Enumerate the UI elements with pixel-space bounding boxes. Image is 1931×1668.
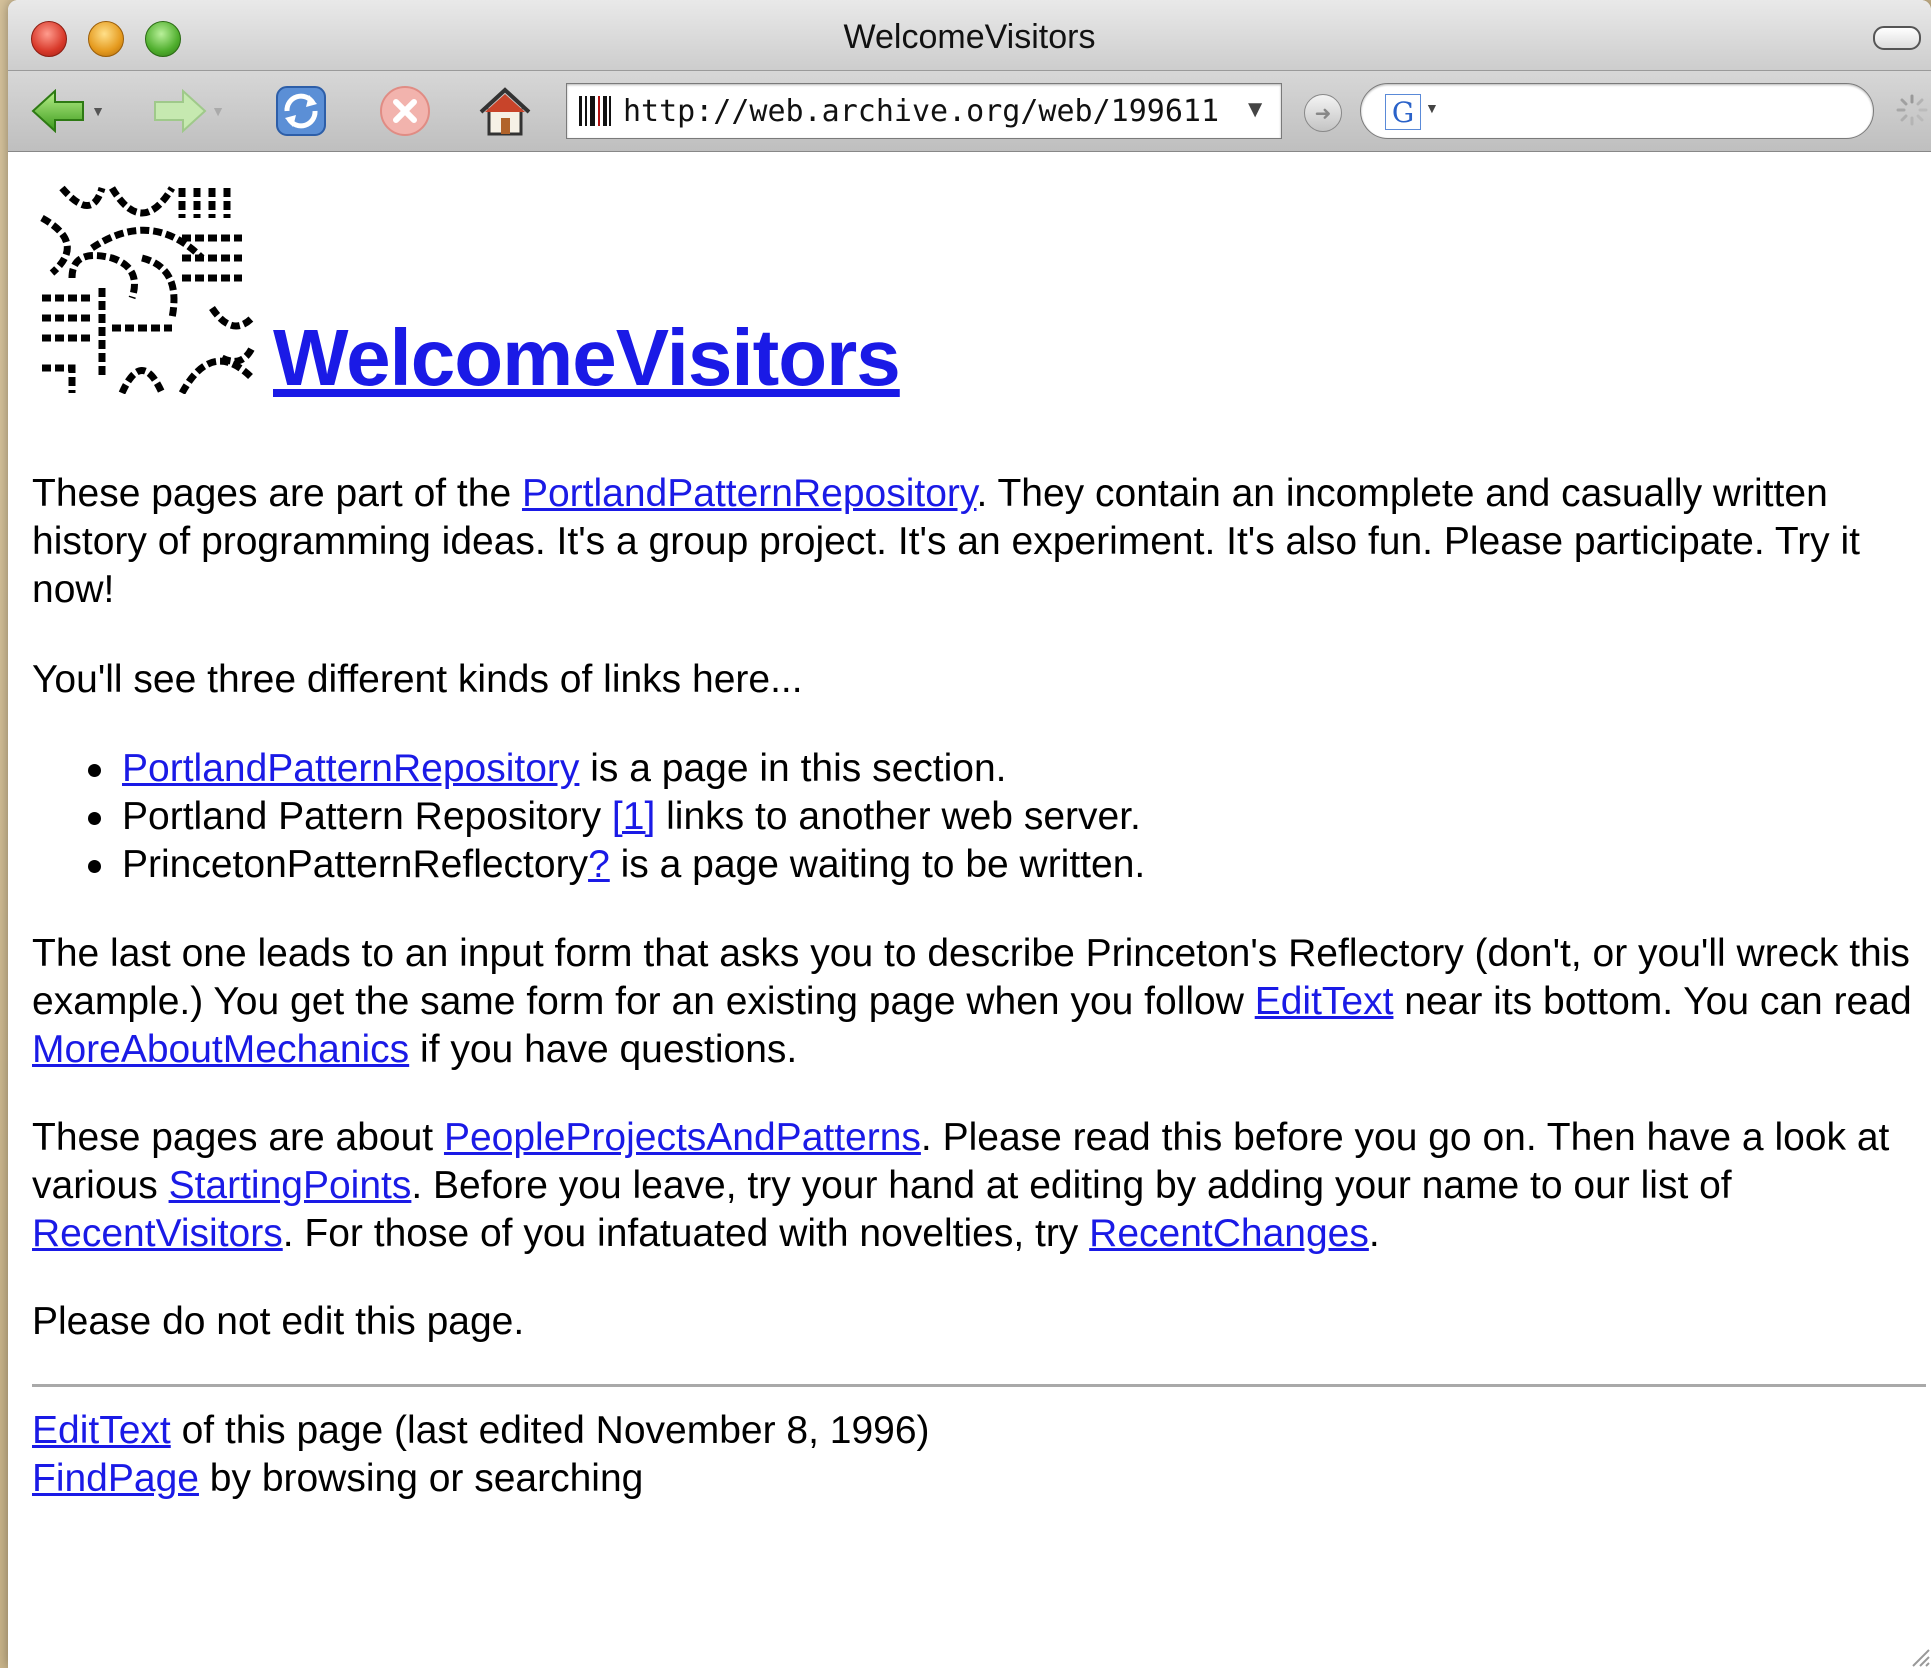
- heading-link[interactable]: WelcomeVisitors: [273, 313, 901, 402]
- footer-find-line: FindPage by browsing or searching: [32, 1455, 930, 1503]
- text: .: [1368, 1212, 1380, 1255]
- spinner-icon: [1896, 94, 1928, 126]
- address-bar[interactable]: http://web.archive.org/web/199611 ▼: [566, 83, 1282, 139]
- text: by browsing or searching: [198, 1457, 644, 1500]
- intro-paragraph: These pages are part of the PortlandPatt…: [32, 470, 1922, 614]
- divider: [32, 1384, 1926, 1387]
- barcode-site-icon: [579, 96, 611, 126]
- text: links to another web server.: [655, 795, 1141, 838]
- link-portland-pattern-repository[interactable]: PortlandPatternRepository: [522, 472, 977, 515]
- no-edit-notice: Please do not edit this page.: [32, 1300, 525, 1343]
- list-item: Portland Pattern Repository [1] links to…: [87, 793, 1145, 841]
- chevron-down-icon[interactable]: ▼: [211, 103, 225, 119]
- toolbar-toggle-button[interactable]: [1873, 26, 1921, 50]
- page-title: WelcomeVisitors: [273, 312, 901, 404]
- list-item: PortlandPatternRepository is a page in t…: [87, 745, 1145, 793]
- text: Portland Pattern Repository: [122, 795, 612, 838]
- forward-arrow-icon: [154, 89, 207, 133]
- text: These pages are about: [32, 1116, 444, 1159]
- go-button[interactable]: ➜: [1304, 94, 1342, 132]
- url-text[interactable]: http://web.archive.org/web/199611: [623, 94, 1233, 129]
- link-kinds-list: PortlandPatternRepository is a page in t…: [87, 745, 1146, 889]
- navigation-toolbar: ▼ ▼ http://web.archive.org/web/199611 ▼ …: [8, 71, 1931, 152]
- text: is a page in this section.: [579, 747, 1007, 790]
- link-portland-pattern-repository[interactable]: PortlandPatternRepository: [122, 747, 579, 790]
- reload-button[interactable]: [268, 83, 334, 139]
- browser-window: WelcomeVisitors ▼ ▼ http://web.archive.o…: [8, 0, 1931, 1668]
- footer-edit-line: EditText of this page (last edited Novem…: [32, 1407, 930, 1455]
- home-icon: [479, 87, 531, 136]
- back-arrow-icon: [31, 89, 85, 133]
- home-button[interactable]: [472, 83, 538, 139]
- text: is a page waiting to be written.: [609, 843, 1146, 886]
- text: PrincetonPatternReflectory: [122, 843, 589, 886]
- about-paragraph: These pages are about PeopleProjectsAndP…: [32, 1114, 1922, 1258]
- go-icon: ➜: [1314, 102, 1332, 125]
- chevron-down-icon[interactable]: ▼: [91, 103, 105, 119]
- link-recent-changes[interactable]: RecentChanges: [1089, 1212, 1369, 1255]
- link-edit-text[interactable]: EditText: [1255, 980, 1394, 1023]
- list-item: PrincetonPatternReflectory? is a page wa…: [87, 841, 1146, 889]
- stop-icon: [380, 86, 430, 136]
- mechanics-paragraph: The last one leads to an input form that…: [32, 930, 1922, 1074]
- window-title: WelcomeVisitors: [843, 18, 1096, 56]
- text: of this page (last edited November 8, 19…: [170, 1409, 930, 1452]
- link-external-1[interactable]: [1]: [612, 795, 655, 838]
- google-icon[interactable]: G: [1385, 94, 1421, 130]
- reload-icon: [276, 86, 326, 136]
- title-bar[interactable]: WelcomeVisitors: [8, 0, 1931, 71]
- forward-button[interactable]: ▼: [148, 83, 228, 139]
- search-box[interactable]: G ▼: [1360, 83, 1874, 139]
- links-intro-paragraph: You'll see three different kinds of link…: [32, 658, 803, 701]
- back-button[interactable]: ▼: [28, 83, 108, 139]
- link-edit-text[interactable]: EditText: [32, 1409, 171, 1452]
- text: . Before you leave, try your hand at edi…: [411, 1164, 1732, 1207]
- resize-grip-icon[interactable]: [1907, 1644, 1931, 1668]
- stop-button[interactable]: [372, 83, 438, 139]
- text: near its bottom. You can read: [1393, 980, 1912, 1023]
- link-starting-points[interactable]: StartingPoints: [169, 1164, 412, 1207]
- link-more-about-mechanics[interactable]: MoreAboutMechanics: [32, 1028, 409, 1071]
- chevron-down-icon[interactable]: ▼: [1425, 100, 1439, 116]
- page-footer: EditText of this page (last edited Novem…: [32, 1407, 930, 1503]
- wiki-logo: [40, 185, 256, 394]
- link-find-page[interactable]: FindPage: [32, 1457, 199, 1500]
- link-recent-visitors[interactable]: RecentVisitors: [32, 1212, 283, 1255]
- text: These pages are part of the: [32, 472, 522, 515]
- link-people-projects-and-patterns[interactable]: PeopleProjectsAndPatterns: [444, 1116, 921, 1159]
- text: if you have questions.: [409, 1028, 798, 1071]
- text: . For those of you infatuated with novel…: [282, 1212, 1090, 1255]
- page-content: WelcomeVisitors These pages are part of …: [8, 152, 1931, 1668]
- link-create-page[interactable]: ?: [588, 843, 610, 886]
- chevron-down-icon[interactable]: ▼: [1243, 96, 1267, 124]
